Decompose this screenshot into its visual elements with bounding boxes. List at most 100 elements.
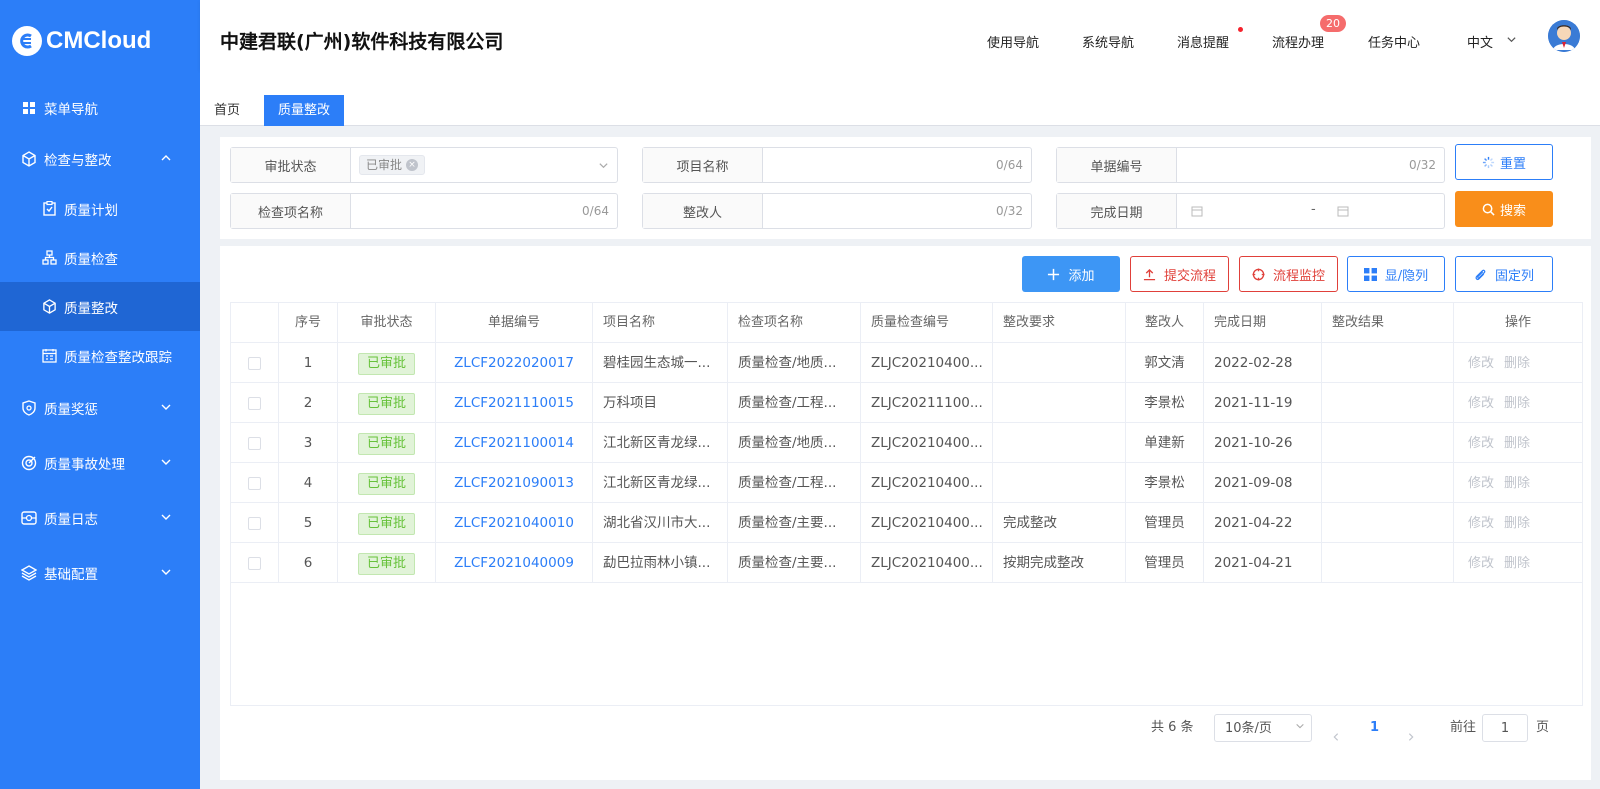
- sidebar-item-quality-plan[interactable]: 质量计划: [0, 184, 200, 233]
- edit-button[interactable]: 修改: [1468, 476, 1494, 491]
- header-requirement: 整改要求: [993, 303, 1126, 343]
- edit-button[interactable]: 修改: [1468, 516, 1494, 531]
- table-row[interactable]: 4 已审批 ZLCF2021090013 江北新区青龙绿... 质量检查/工程... ZL…: [231, 463, 1582, 503]
- cell-result: [1322, 503, 1454, 543]
- nav-process[interactable]: 流程办理: [1272, 32, 1324, 51]
- cell-ops: 修改 删除: [1454, 503, 1582, 543]
- nav-task-center[interactable]: 任务中心: [1368, 32, 1420, 51]
- nav-system-guide[interactable]: 系统导航: [1082, 32, 1134, 51]
- cell-project: 江北新区青龙绿...: [593, 423, 728, 463]
- table-row[interactable]: 2 已审批 ZLCF2021110015 万科项目 质量检查/工程... ZLJC2021…: [231, 383, 1582, 423]
- nav-usage-guide[interactable]: 使用导航: [987, 32, 1039, 51]
- sidebar-item-reward-penalty[interactable]: 质量奖惩: [0, 380, 200, 435]
- row-checkbox[interactable]: [248, 556, 261, 570]
- row-select: [231, 343, 279, 383]
- flow-monitor-button[interactable]: 流程监控: [1239, 256, 1338, 292]
- add-button[interactable]: 添加: [1022, 256, 1120, 292]
- delete-button[interactable]: 删除: [1504, 556, 1530, 571]
- doc-no-link[interactable]: ZLCF2021090013: [454, 475, 574, 491]
- tab-home[interactable]: 首页: [200, 95, 254, 126]
- cell-no: 5: [279, 503, 338, 543]
- sidebar-item-label: 基础配置: [44, 566, 98, 583]
- doc-no-link[interactable]: ZLCF2021100014: [454, 435, 574, 451]
- tag-text: 已审批: [366, 158, 403, 172]
- doc-no-link[interactable]: ZLCF2021040010: [454, 515, 574, 531]
- doc-no-input[interactable]: 0/32: [1177, 148, 1444, 182]
- char-counter: 0/64: [582, 204, 609, 218]
- table-row[interactable]: 5 已审批 ZLCF2021040010 湖北省汉川市大... 质量检查/主要... ZL…: [231, 503, 1582, 543]
- row-checkbox[interactable]: [248, 356, 261, 370]
- fix-columns-button[interactable]: 固定列: [1455, 256, 1553, 292]
- field-label: 项目名称: [643, 148, 763, 182]
- prev-page-icon[interactable]: [1331, 723, 1341, 751]
- char-counter: 0/32: [996, 204, 1023, 218]
- edit-button[interactable]: 修改: [1468, 356, 1494, 371]
- sidebar-item-accident[interactable]: 质量事故处理: [0, 435, 200, 490]
- logo[interactable]: CMCloud: [0, 0, 200, 82]
- row-checkbox[interactable]: [248, 396, 261, 410]
- toggle-columns-button[interactable]: 显/隐列: [1347, 256, 1445, 292]
- table-row[interactable]: 3 已审批 ZLCF2021100014 江北新区青龙绿... 质量检查/地质... ZL…: [231, 423, 1582, 463]
- next-page-icon[interactable]: [1406, 723, 1416, 751]
- delete-button[interactable]: 删除: [1504, 436, 1530, 451]
- rectifier-input[interactable]: 0/32: [763, 194, 1031, 228]
- check-item-input[interactable]: 0/64: [351, 194, 617, 228]
- crosshair-icon: [1252, 267, 1265, 281]
- sidebar-item-check-rectify[interactable]: 检查与整改: [0, 133, 200, 184]
- edit-button[interactable]: 修改: [1468, 556, 1494, 571]
- goto-page-input[interactable]: 1: [1482, 714, 1528, 742]
- header-date: 完成日期: [1204, 303, 1322, 343]
- finish-date-field: 完成日期 -: [1056, 193, 1445, 229]
- status-badge: 已审批: [357, 393, 415, 415]
- reset-button[interactable]: 重置: [1455, 144, 1553, 180]
- sidebar-item-quality-rectify[interactable]: 质量整改: [0, 282, 200, 331]
- status-badge: 已审批: [357, 513, 415, 535]
- date-range-picker[interactable]: -: [1177, 194, 1444, 228]
- edit-button[interactable]: 修改: [1468, 396, 1494, 411]
- cell-person: 管理员: [1126, 543, 1204, 583]
- field-label: 完成日期: [1057, 194, 1177, 228]
- delete-button[interactable]: 删除: [1504, 476, 1530, 491]
- row-checkbox[interactable]: [248, 436, 261, 450]
- cell-check-no: ZLJC20211100...: [861, 383, 993, 423]
- row-checkbox[interactable]: [248, 516, 261, 530]
- chevron-up-icon: [161, 155, 171, 161]
- edit-button[interactable]: 修改: [1468, 436, 1494, 451]
- cell-ops: 修改 删除: [1454, 463, 1582, 503]
- paperclip-icon: [1475, 269, 1486, 280]
- table-row[interactable]: 6 已审批 ZLCF2021040009 勐巴拉雨林小镇... 质量检查/主要... ZL…: [231, 543, 1582, 583]
- doc-no-link[interactable]: ZLCF2022020017: [454, 355, 574, 371]
- sidebar-item-base-config[interactable]: 基础配置: [0, 545, 200, 600]
- delete-button[interactable]: 删除: [1504, 396, 1530, 411]
- project-name-input[interactable]: 0/64: [763, 148, 1031, 182]
- tab-quality-rectify[interactable]: 质量整改: [264, 95, 345, 126]
- approval-status-select[interactable]: 已审批 ×: [351, 148, 617, 182]
- sidebar-item-quality-check[interactable]: 质量检查: [0, 233, 200, 282]
- row-checkbox[interactable]: [248, 476, 261, 490]
- sidebar-item-rectify-tracking[interactable]: 质量检查整改跟踪: [0, 331, 200, 380]
- cell-ops: 修改 删除: [1454, 383, 1582, 423]
- avatar[interactable]: [1548, 20, 1580, 52]
- shield-icon: [20, 399, 38, 417]
- submit-flow-button[interactable]: 提交流程: [1130, 256, 1229, 292]
- search-button[interactable]: 搜索: [1455, 191, 1553, 227]
- header-project: 项目名称: [593, 303, 728, 343]
- sidebar-item-menu-nav[interactable]: 菜单导航: [0, 82, 200, 133]
- nav-messages[interactable]: 消息提醒: [1177, 32, 1229, 51]
- page-size-select[interactable]: 10条/页: [1214, 714, 1312, 742]
- delete-button[interactable]: 删除: [1504, 516, 1530, 531]
- current-page[interactable]: 1: [1370, 714, 1379, 742]
- sidebar-item-quality-log[interactable]: 质量日志: [0, 490, 200, 545]
- sidebar-item-label: 质量事故处理: [44, 456, 125, 473]
- language-select[interactable]: 中文: [1467, 32, 1493, 51]
- cell-ops: 修改 删除: [1454, 423, 1582, 463]
- delete-button[interactable]: 删除: [1504, 356, 1530, 371]
- close-icon[interactable]: ×: [406, 159, 419, 171]
- table-row[interactable]: 1 已审批 ZLCF2022020017 碧桂园生态城一... 质量检查/地质... ZL…: [231, 343, 1582, 383]
- doc-no-link[interactable]: ZLCF2021040009: [454, 555, 574, 571]
- cell-result: [1322, 343, 1454, 383]
- doc-no-link[interactable]: ZLCF2021110015: [454, 395, 574, 411]
- cell-no: 2: [279, 383, 338, 423]
- cell-check-item: 质量检查/主要...: [728, 503, 861, 543]
- page-size-value: 10条/页: [1225, 721, 1272, 736]
